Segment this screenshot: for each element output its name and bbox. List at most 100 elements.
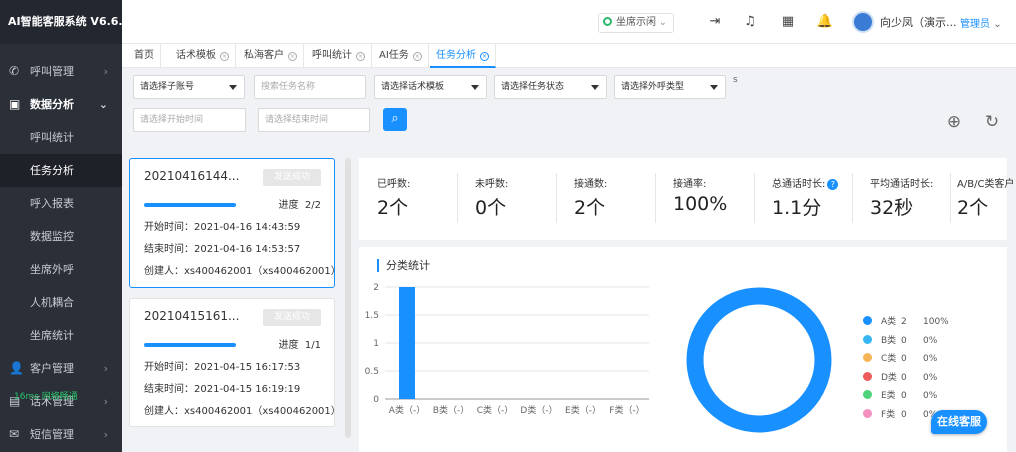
sidebar-item-agent-outbound[interactable]: 坐席外呼 [0, 253, 122, 286]
task-name-search-input[interactable]: 搜索任务名称 [254, 75, 366, 99]
legend-item[interactable]: E类 0 0% [863, 388, 937, 401]
add-circle-icon[interactable]: ⊕ [945, 113, 963, 131]
legend-item[interactable]: C类 0 0% [863, 351, 937, 364]
legend-name: E类 [881, 391, 896, 401]
y-tick-label: 1 [373, 339, 379, 349]
task-creator: 创建人：xs400462001（xs400462001） [144, 266, 341, 277]
bell-icon[interactable]: 🔔 [816, 13, 834, 31]
sidebar: AI智能客服系统 V6.6.0 ✆ 呼叫管理 › ▣ 数据分析 ⌄ 呼叫统计 任… [0, 0, 122, 452]
stat-label: 接通数: [574, 179, 608, 190]
start-time-picker[interactable]: 请选择开始时间 [133, 108, 246, 132]
caret-down-icon [229, 85, 237, 90]
chevron-right-icon: › [103, 428, 108, 441]
tab-call-stats[interactable]: 呼叫统计 × [306, 44, 372, 68]
sub-account-select[interactable]: 请选择子账号 [133, 75, 245, 99]
sidebar-item-sms-management[interactable]: ✉ 短信管理 › [0, 418, 122, 451]
tab-script-template[interactable]: 话术模板 × [170, 44, 236, 68]
legend-item[interactable]: D类 0 0% [863, 370, 937, 383]
online-service-button[interactable]: 在线客服 [931, 410, 987, 434]
legend-item[interactable]: B类 0 0% [863, 333, 937, 346]
close-icon[interactable]: × [480, 52, 489, 61]
y-tick-label: 1.5 [365, 311, 379, 321]
sidebar-item-data-monitor[interactable]: 数据监控 [0, 220, 122, 253]
agent-status-select[interactable]: 坐席示闲 ⌄ [598, 13, 674, 33]
outbound-type-select[interactable]: 请选择外呼类型 [614, 75, 726, 99]
role-dropdown[interactable]: 管理员 ⌄ [960, 15, 1002, 30]
legend-item[interactable]: F类 0 0% [863, 407, 937, 420]
sidebar-item-label: 客户管理 [30, 362, 74, 375]
tab-ai-task[interactable]: AI任务 × [373, 44, 429, 68]
headset-icon[interactable]: ♫ [741, 13, 759, 31]
network-status-badge: 16ms 网络畅通 [14, 392, 78, 402]
task-progress-bar [144, 203, 236, 207]
stat-value: 100% [673, 193, 728, 215]
legend-item[interactable]: A类 2 100% [863, 314, 949, 327]
close-icon[interactable]: × [220, 52, 229, 61]
legend-dot-icon [863, 408, 872, 418]
stat-label: 已呼数: [377, 179, 411, 190]
legend-dot-icon [863, 316, 872, 325]
legend-count: 0 [901, 372, 907, 383]
close-icon[interactable]: × [356, 52, 365, 61]
task-status-select[interactable]: 请选择任务状态 [494, 75, 607, 99]
tab-task-analysis[interactable]: 任务分析 × [430, 44, 496, 68]
legend-percent: 100% [923, 317, 949, 327]
donut-chart [686, 287, 832, 433]
status-dot-icon [603, 17, 612, 26]
select-value: 请选择外呼类型 [621, 82, 685, 92]
input-placeholder: 请选择结束时间 [265, 115, 329, 125]
close-icon[interactable]: × [288, 52, 297, 61]
task-progress-text: 进度 1/1 [279, 336, 321, 351]
select-value: 请选择任务状态 [501, 82, 565, 92]
help-icon[interactable]: ? [827, 179, 839, 190]
qrcode-icon[interactable]: ▦ [779, 13, 797, 31]
app-title: AI智能客服系统 V6.6.0 [0, 0, 122, 44]
sidebar-item-customer-management[interactable]: 👤 客户管理 › [0, 352, 122, 385]
stat-value: 2个 [574, 197, 606, 219]
tab-private-customers[interactable]: 私海客户 × [238, 44, 304, 68]
stat-value: 32秒 [870, 197, 914, 219]
end-time-picker[interactable]: 请选择结束时间 [258, 108, 370, 132]
legend-percent: 0% [923, 372, 938, 383]
category-stats-panel: 分类统计 0 0.5 1 1.5 2 A类（-） B类（-） C类（-） D类（-） E类（-） F… [359, 247, 1007, 452]
search-button[interactable]: ⌕ [383, 108, 407, 131]
sidebar-item-task-analysis[interactable]: 任务分析 [0, 154, 122, 187]
sidebar-item-agent-stats[interactable]: 坐席统计 [0, 319, 122, 352]
script-template-select[interactable]: 请选择话术模板 [374, 75, 487, 99]
refresh-icon[interactable]: ↻ [983, 113, 1001, 131]
user-icon: 👤 [9, 361, 24, 375]
y-tick-label: 2 [373, 283, 379, 293]
select-value: 请选择话术模板 [381, 82, 445, 92]
sidebar-item-data-analysis[interactable]: ▣ 数据分析 ⌄ [0, 88, 122, 121]
pie-slice[interactable] [686, 287, 832, 433]
stat-abc-customers: A/B/C类客户 2个 [951, 158, 1014, 240]
task-creator: 创建人：xs400462001（xs400462001） [144, 406, 341, 417]
close-icon[interactable]: × [412, 52, 422, 61]
chevron-down-icon: ⌄ [98, 98, 108, 111]
sidebar-item-label: 数据监控 [30, 230, 74, 243]
caret-down-icon [710, 85, 718, 90]
logout-icon[interactable]: ⇥ [706, 13, 724, 31]
stat-value: 2个 [957, 197, 989, 219]
sidebar-item-human-ai-coupling[interactable]: 人机耦合 [0, 286, 122, 319]
tab-home[interactable]: 首页 [128, 44, 161, 68]
task-card[interactable]: 20210415161... 发送成功 进度 1/1 开始时间：2021-04-… [129, 298, 341, 427]
stat-label: 平均通话时长: [870, 179, 934, 190]
user-name[interactable]: 向少凤（演示... [880, 14, 957, 30]
task-card[interactable]: 20210416144... 发送成功 进度 2/2 开始时间：2021-04-… [129, 158, 341, 288]
legend-dot-icon [863, 371, 872, 381]
legend-dot-icon [863, 390, 872, 399]
sidebar-item-inbound-report[interactable]: 呼入报表 [0, 187, 122, 220]
y-tick-label: 0 [373, 395, 379, 405]
stat-uncalled: 未呼数: 0个 [458, 158, 557, 240]
sidebar-item-call-management[interactable]: ✆ 呼叫管理 › [0, 55, 122, 88]
sidebar-item-call-stats[interactable]: 呼叫统计 [0, 121, 122, 154]
task-start-time: 开始时间：2021-04-15 16:17:53 [144, 362, 301, 373]
sidebar-item-label: 数据分析 [30, 98, 74, 111]
task-list-scrollbar[interactable] [345, 158, 351, 438]
sidebar-item-label: 坐席外呼 [30, 263, 74, 276]
avatar[interactable] [852, 11, 874, 33]
stat-label: 总通话时长:? [772, 175, 839, 190]
bar[interactable] [399, 287, 415, 399]
legend-percent: 0% [923, 354, 938, 364]
